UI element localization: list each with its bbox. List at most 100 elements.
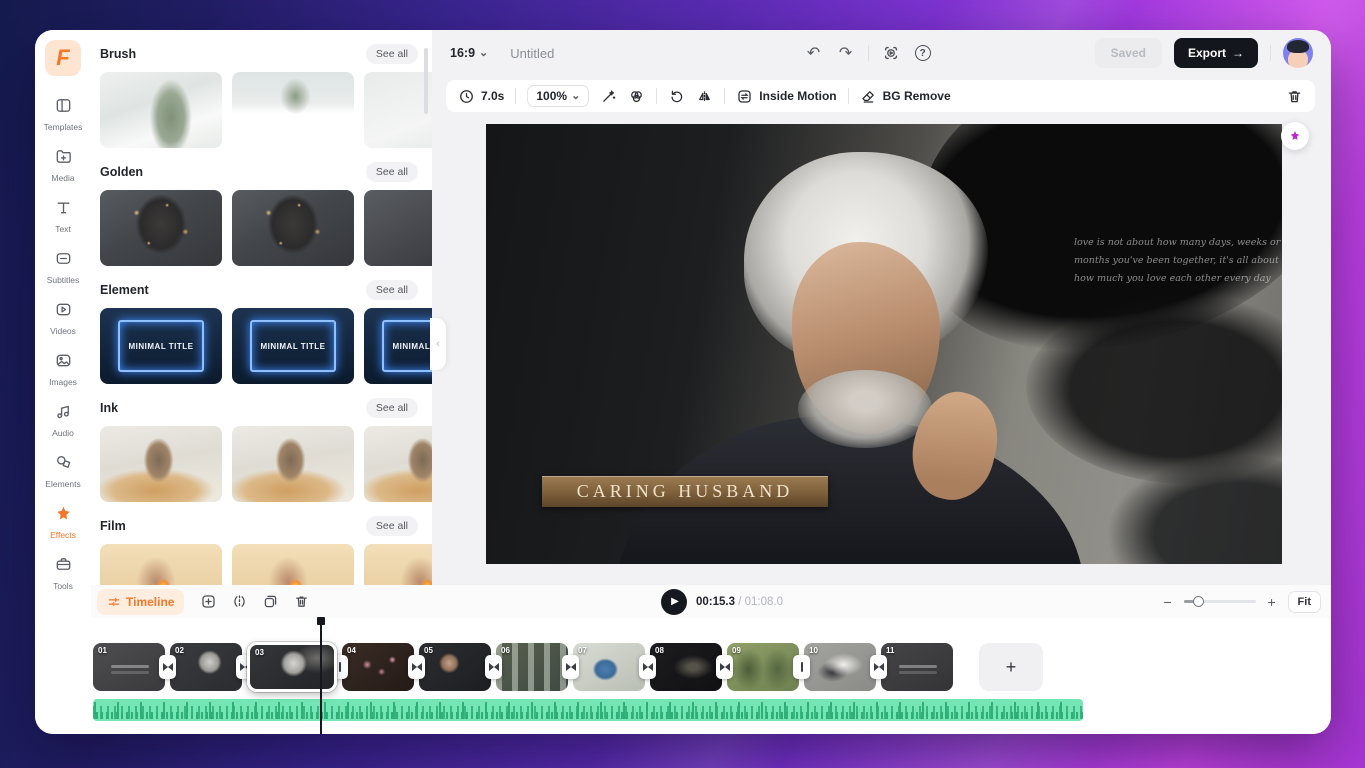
effect-thumbnail[interactable] bbox=[232, 190, 354, 266]
effect-thumbnail[interactable]: MINIMAL TITLE bbox=[100, 308, 222, 384]
duplicate-button[interactable] bbox=[262, 593, 279, 610]
audio-track[interactable] bbox=[93, 699, 1083, 721]
export-button[interactable]: Export → bbox=[1174, 38, 1258, 68]
effect-thumbnail[interactable] bbox=[232, 544, 354, 585]
see-all-link[interactable]: See all bbox=[366, 398, 418, 418]
delete-clip-button[interactable] bbox=[1286, 88, 1303, 105]
adjust-button[interactable] bbox=[600, 88, 617, 105]
transition-button[interactable] bbox=[159, 655, 176, 679]
effect-thumbnail[interactable] bbox=[100, 72, 222, 148]
transition-button[interactable] bbox=[639, 655, 656, 679]
add-button[interactable] bbox=[200, 593, 217, 610]
canvas-quote-text[interactable]: love is not about how many days, weeks o… bbox=[1074, 234, 1282, 288]
redo-button[interactable]: ↷ bbox=[836, 43, 856, 63]
transition-button[interactable] bbox=[716, 655, 733, 679]
see-all-link[interactable]: See all bbox=[366, 280, 418, 300]
flip-button[interactable] bbox=[696, 88, 713, 105]
effect-thumbnail[interactable]: MINIMAL TITLE bbox=[232, 308, 354, 384]
current-time: 00:15.3 bbox=[696, 596, 735, 608]
clip-duration-button[interactable]: 7.0s bbox=[458, 88, 504, 105]
effect-thumbnail[interactable] bbox=[364, 190, 432, 266]
transition-button[interactable] bbox=[562, 655, 579, 679]
timeline-clip[interactable]: 06 bbox=[496, 643, 568, 691]
bg-remove-label: BG Remove bbox=[883, 89, 951, 103]
sidebar-item-audio[interactable]: Audio bbox=[37, 398, 89, 442]
effect-thumbnail[interactable] bbox=[232, 426, 354, 502]
see-all-link[interactable]: See all bbox=[366, 44, 418, 64]
main-area: 16:9 ⌄ Untitled ↶ ↷ ? Saved Export → 7.0… bbox=[432, 30, 1331, 585]
panel-scrollbar[interactable] bbox=[424, 48, 428, 114]
preview-button[interactable] bbox=[881, 43, 901, 63]
effect-thumbnail[interactable]: MINIMAL TITLE bbox=[364, 308, 432, 384]
play-button[interactable]: ▶ bbox=[661, 589, 687, 615]
clip-number: 09 bbox=[732, 646, 741, 655]
sidebar-item-tools[interactable]: Tools bbox=[37, 551, 89, 595]
timeline-clip[interactable]: 10 bbox=[804, 643, 876, 691]
inside-motion-icon bbox=[736, 88, 753, 105]
effect-thumbnail[interactable] bbox=[100, 190, 222, 266]
transition-button[interactable] bbox=[793, 655, 810, 679]
logo-letter: F bbox=[56, 45, 69, 71]
sidebar-item-images[interactable]: Images bbox=[37, 347, 89, 391]
app-logo[interactable]: F bbox=[45, 40, 81, 76]
export-label: Export bbox=[1188, 46, 1226, 60]
clock-icon bbox=[458, 88, 475, 105]
canvas-title-overlay[interactable]: CARING HUSBAND bbox=[542, 476, 828, 507]
project-title[interactable]: Untitled bbox=[510, 46, 554, 61]
effect-thumbnail[interactable] bbox=[364, 544, 432, 585]
timeline-clip[interactable]: 05 bbox=[419, 643, 491, 691]
see-all-link[interactable]: See all bbox=[366, 516, 418, 536]
effect-thumbnail[interactable] bbox=[232, 72, 354, 148]
undo-button[interactable]: ↶ bbox=[804, 43, 824, 63]
canvas-zoom-select[interactable]: 100% ⌄ bbox=[527, 85, 589, 107]
zoom-controls: − + Fit bbox=[1162, 591, 1321, 613]
aspect-ratio-select[interactable]: 16:9 ⌄ bbox=[450, 46, 488, 60]
zoom-out-button[interactable]: − bbox=[1162, 594, 1174, 610]
transition-button[interactable] bbox=[408, 655, 425, 679]
timeline-clip[interactable]: 01 bbox=[93, 643, 165, 691]
effect-thumbnail[interactable] bbox=[100, 426, 222, 502]
delete-button[interactable] bbox=[293, 593, 310, 610]
transition-button[interactable] bbox=[870, 655, 887, 679]
slider-knob[interactable] bbox=[1193, 596, 1204, 607]
effect-thumbnail[interactable] bbox=[364, 72, 432, 148]
transition-button[interactable] bbox=[485, 655, 502, 679]
see-all-link[interactable]: See all bbox=[366, 162, 418, 182]
timeline-clip[interactable]: 11 bbox=[881, 643, 953, 691]
timeline-clip[interactable]: 09 bbox=[727, 643, 799, 691]
sidebar-item-effects[interactable]: Effects bbox=[37, 500, 89, 544]
sidebar-item-elements[interactable]: Elements bbox=[37, 449, 89, 493]
sidebar-item-media[interactable]: Media bbox=[37, 143, 89, 187]
effect-thumbnail[interactable] bbox=[100, 544, 222, 585]
panel-collapse-handle[interactable]: ‹ bbox=[430, 318, 446, 370]
ai-assistant-button[interactable] bbox=[1281, 122, 1309, 150]
add-clip-button[interactable]: + bbox=[979, 643, 1043, 691]
effect-thumbnail[interactable] bbox=[364, 426, 432, 502]
timeline-clip[interactable]: 08 bbox=[650, 643, 722, 691]
video-canvas[interactable]: love is not about how many days, weeks o… bbox=[486, 124, 1282, 564]
filter-button[interactable] bbox=[628, 88, 645, 105]
fit-button[interactable]: Fit bbox=[1288, 591, 1321, 613]
videos-icon bbox=[54, 300, 73, 324]
split-button[interactable] bbox=[231, 593, 248, 610]
divider bbox=[868, 45, 869, 61]
help-button[interactable]: ? bbox=[913, 43, 933, 63]
timeline-clip-selected[interactable]: 03 bbox=[247, 642, 337, 692]
sidebar-item-templates[interactable]: Templates bbox=[37, 92, 89, 136]
timeline-clip[interactable]: 02 bbox=[170, 643, 242, 691]
sidebar-item-videos[interactable]: Videos bbox=[37, 296, 89, 340]
timeline-clip[interactable]: 07 bbox=[573, 643, 645, 691]
bg-remove-button[interactable]: BG Remove bbox=[860, 88, 951, 105]
timeline-toggle-button[interactable]: Timeline bbox=[97, 589, 184, 615]
inside-motion-button[interactable]: Inside Motion bbox=[736, 88, 836, 105]
timeline-zoom-slider[interactable] bbox=[1184, 600, 1256, 603]
flip-icon bbox=[696, 88, 713, 105]
section-title: Golden bbox=[100, 165, 143, 179]
timeline-clip[interactable]: 04 bbox=[342, 643, 414, 691]
sidebar-item-text[interactable]: Text bbox=[37, 194, 89, 238]
zoom-in-button[interactable]: + bbox=[1266, 594, 1278, 610]
sidebar-item-subtitles[interactable]: Subtitles bbox=[37, 245, 89, 289]
audio-icon bbox=[54, 402, 73, 426]
rotate-button[interactable] bbox=[668, 88, 685, 105]
user-avatar[interactable] bbox=[1283, 38, 1313, 68]
